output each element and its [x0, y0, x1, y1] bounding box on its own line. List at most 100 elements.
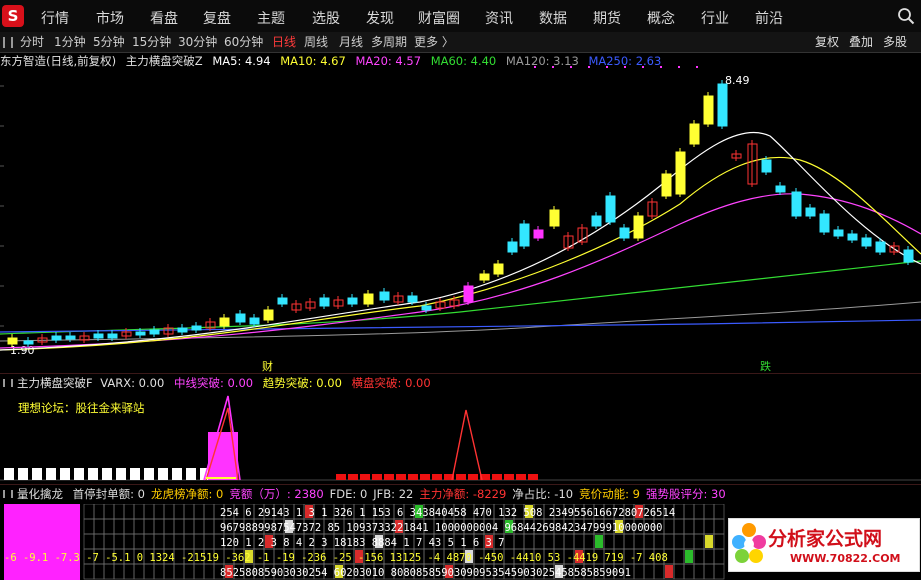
grid-cell	[693, 563, 705, 580]
option-button-1[interactable]: 叠加	[849, 33, 873, 50]
nav-item-0[interactable]: 行情	[41, 8, 69, 28]
grid-cell	[153, 533, 165, 550]
period-tab-9[interactable]: 多周期	[371, 33, 407, 50]
nav-item-13[interactable]: 前沿	[755, 8, 783, 28]
candle[interactable]	[605, 195, 616, 223]
app-logo[interactable]: S	[2, 5, 24, 27]
period-tab-1[interactable]: 1分钟	[54, 33, 86, 50]
candle[interactable]	[619, 227, 630, 239]
candle[interactable]	[177, 327, 188, 333]
candle[interactable]	[775, 185, 786, 193]
grid-cell	[693, 533, 705, 550]
grid-cell	[203, 518, 215, 535]
candle[interactable]	[519, 223, 530, 247]
candle[interactable]	[861, 237, 872, 247]
nav-item-7[interactable]: 财富圈	[418, 8, 460, 28]
candle[interactable]	[379, 291, 390, 301]
candle[interactable]	[507, 241, 518, 253]
indicator-chart[interactable]	[0, 386, 921, 482]
candle[interactable]	[675, 151, 686, 195]
candle[interactable]	[833, 229, 844, 237]
nav-item-2[interactable]: 看盘	[150, 8, 178, 28]
period-tab-8[interactable]: 月线	[339, 33, 363, 50]
candle[interactable]	[277, 297, 288, 305]
candle[interactable]	[235, 313, 246, 323]
panel-toggle-icon[interactable]	[3, 490, 13, 498]
nav-item-11[interactable]: 概念	[647, 8, 675, 28]
event-mark-cai[interactable]: 财	[262, 358, 273, 374]
signal-block	[408, 474, 418, 480]
candle[interactable]	[363, 293, 374, 305]
grid-highlight-block	[4, 504, 80, 580]
nav-item-8[interactable]: 资讯	[485, 8, 513, 28]
candle[interactable]	[661, 173, 672, 197]
period-tab-7[interactable]: 周线	[304, 33, 328, 50]
nav-item-5[interactable]: 选股	[312, 8, 340, 28]
candlestick-chart[interactable]: 8.49 1.90	[0, 66, 921, 373]
signal-block	[528, 474, 538, 480]
candle[interactable]	[319, 297, 330, 307]
grid-cell	[103, 563, 115, 580]
panel-toggle-icon[interactable]	[3, 37, 13, 48]
nav-item-1[interactable]: 市场	[96, 8, 124, 28]
candle[interactable]	[847, 233, 858, 241]
candle[interactable]	[263, 309, 274, 321]
candle[interactable]	[7, 337, 18, 345]
candle[interactable]	[463, 285, 474, 303]
signal-block	[384, 474, 394, 480]
candle[interactable]	[805, 207, 816, 217]
candle[interactable]	[533, 229, 544, 239]
period-tab-2[interactable]: 5分钟	[93, 33, 125, 50]
candle[interactable]	[107, 333, 118, 339]
signal-block	[4, 468, 14, 480]
nav-item-12[interactable]: 行业	[701, 8, 729, 28]
candle[interactable]	[493, 263, 504, 275]
candle[interactable]	[903, 249, 914, 263]
period-tab-5[interactable]: 60分钟	[224, 33, 263, 50]
candle[interactable]	[761, 159, 772, 173]
candle[interactable]	[875, 241, 886, 253]
option-button-0[interactable]: 复权	[815, 33, 839, 50]
candle[interactable]	[93, 333, 104, 339]
search-icon[interactable]	[897, 7, 915, 25]
candle[interactable]	[407, 295, 418, 303]
period-tab-10[interactable]: 更多 〉	[414, 33, 454, 50]
grid-cell	[133, 563, 145, 580]
nav-item-4[interactable]: 主题	[257, 8, 285, 28]
candle[interactable]	[51, 335, 62, 341]
quant-title[interactable]: 量化擒龙	[17, 487, 63, 501]
nav-item-10[interactable]: 期货	[593, 8, 621, 28]
candle[interactable]	[23, 340, 34, 345]
candle[interactable]	[791, 191, 802, 217]
candle[interactable]	[479, 273, 490, 281]
candle[interactable]	[689, 123, 700, 145]
candle[interactable]	[703, 95, 714, 125]
candle[interactable]	[149, 329, 160, 335]
candle[interactable]	[421, 305, 432, 311]
candle[interactable]	[591, 215, 602, 227]
signal-block	[420, 474, 430, 480]
candle[interactable]	[819, 213, 830, 233]
candle[interactable]	[347, 297, 358, 305]
nav-item-6[interactable]: 发现	[366, 8, 394, 28]
candle[interactable]	[219, 317, 230, 327]
candle[interactable]	[717, 83, 728, 127]
period-tab-0[interactable]: 分时	[20, 33, 44, 50]
candle[interactable]	[135, 331, 146, 336]
candle[interactable]	[65, 335, 76, 340]
grid-cell	[673, 518, 685, 535]
nav-item-3[interactable]: 复盘	[203, 8, 231, 28]
low-price-mark: 1.90	[10, 344, 35, 357]
option-button-2[interactable]: 多股	[883, 33, 907, 50]
grid-cell	[103, 533, 115, 550]
nav-item-9[interactable]: 数据	[539, 8, 567, 28]
grid-row-text: 9679889987547372 85 1093733221841 100000…	[220, 522, 663, 534]
period-tab-4[interactable]: 30分钟	[178, 33, 217, 50]
period-tab-3[interactable]: 15分钟	[132, 33, 171, 50]
candle[interactable]	[191, 325, 202, 331]
candle[interactable]	[549, 209, 560, 227]
event-mark-die[interactable]: 跌	[760, 358, 771, 374]
candle[interactable]	[249, 317, 260, 325]
period-tab-6[interactable]: 日线	[272, 33, 296, 50]
candle[interactable]	[633, 215, 644, 239]
